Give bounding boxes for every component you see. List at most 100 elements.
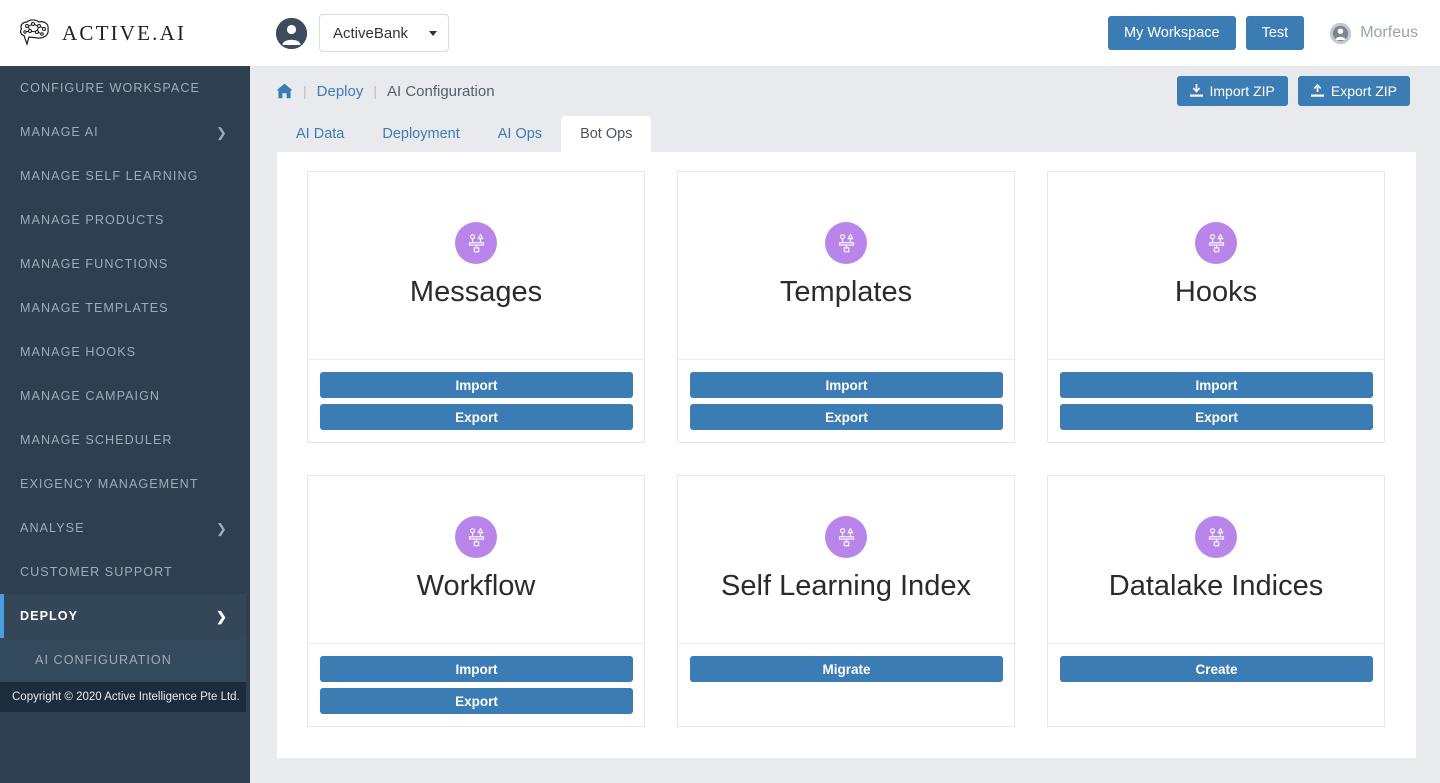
sidebar-item-label: MANAGE HOOKS bbox=[20, 345, 137, 359]
export-button[interactable]: Export bbox=[320, 688, 633, 714]
sidebar-item-analyse[interactable]: ANALYSE ❯ bbox=[0, 506, 246, 550]
sidebar-item-label: EXIGENCY MANAGEMENT bbox=[20, 477, 199, 491]
card-self-learning-index: Self Learning Index Migrate bbox=[677, 475, 1015, 727]
sidebar-nav: CONFIGURE WORKSPACE MANAGE AI ❯ MANAGE SELF… bbox=[0, 66, 246, 783]
import-button[interactable]: Import bbox=[320, 372, 633, 398]
download-icon bbox=[1189, 84, 1203, 97]
create-button[interactable]: Create bbox=[1060, 656, 1373, 682]
tab-ai-ops[interactable]: AI Ops bbox=[479, 116, 561, 152]
chevron-right-icon: ❯ bbox=[216, 124, 228, 140]
card-title: Hooks bbox=[1174, 276, 1258, 308]
export-button[interactable]: Export bbox=[320, 404, 633, 430]
card-body: Self Learning Index bbox=[678, 476, 1014, 644]
sidebar-item-label: MANAGE CAMPAIGN bbox=[20, 389, 161, 403]
export-zip-button[interactable]: Export ZIP bbox=[1297, 76, 1410, 106]
sidebar-item-manage-products[interactable]: MANAGE PRODUCTS bbox=[0, 198, 246, 242]
import-button[interactable]: Import bbox=[690, 372, 1003, 398]
sidebar-item-label: CONFIGURE WORKSPACE bbox=[20, 81, 200, 95]
import-button[interactable]: Import bbox=[1060, 372, 1373, 398]
card-body: Workflow bbox=[308, 476, 644, 644]
sidebar-item-manage-campaign[interactable]: MANAGE CAMPAIGN bbox=[0, 374, 246, 418]
breadcrumb-current: AI Configuration bbox=[386, 82, 495, 100]
card-messages: Messages Import Export bbox=[307, 171, 645, 443]
card-actions: Import Export bbox=[678, 360, 1014, 442]
sidebar-item-label: ANALYSE bbox=[20, 521, 85, 535]
sitemap-icon bbox=[825, 222, 867, 264]
sitemap-icon bbox=[455, 222, 497, 264]
caret-down-icon bbox=[429, 30, 437, 36]
card-actions: Create bbox=[1048, 644, 1384, 724]
card-body: Templates bbox=[678, 172, 1014, 360]
import-zip-button[interactable]: Import ZIP bbox=[1176, 76, 1288, 106]
sidebar-item-label: MANAGE FUNCTIONS bbox=[20, 257, 169, 271]
upload-icon bbox=[1310, 84, 1324, 97]
sidebar-subitem-ai-configuration[interactable]: AI CONFIGURATION bbox=[0, 638, 246, 682]
user-menu[interactable]: Morfeus bbox=[1330, 22, 1418, 44]
sidebar-item-label: MANAGE PRODUCTS bbox=[20, 213, 165, 227]
brand: ACTIVE.AI bbox=[0, 16, 250, 50]
card-body: Datalake Indices bbox=[1048, 476, 1384, 644]
tab-bot-ops[interactable]: Bot Ops bbox=[561, 116, 652, 152]
breadcrumb-separator-1: | bbox=[303, 83, 307, 99]
card-body: Messages bbox=[308, 172, 644, 360]
brain-circuit-icon bbox=[18, 16, 52, 50]
header-actions: My Workspace Test Morfeus bbox=[1098, 16, 1440, 50]
card-datalake-indices: Datalake Indices Create bbox=[1047, 475, 1385, 727]
sidebar-item-label: MANAGE TEMPLATES bbox=[20, 301, 169, 315]
sidebar-item-label: MANAGE AI bbox=[20, 125, 99, 139]
brand-name: ACTIVE.AI bbox=[62, 20, 187, 45]
breadcrumb-link-deploy[interactable]: Deploy bbox=[317, 83, 364, 100]
export-button[interactable]: Export bbox=[690, 404, 1003, 430]
sidebar-item-configure-workspace[interactable]: CONFIGURE WORKSPACE bbox=[0, 66, 246, 110]
tab-ai-data[interactable]: AI Data bbox=[277, 116, 363, 152]
my-workspace-button[interactable]: My Workspace bbox=[1107, 16, 1236, 50]
user-avatar-icon bbox=[276, 17, 307, 49]
card-workflow: Workflow Import Export bbox=[307, 475, 645, 727]
card-actions: Migrate bbox=[678, 644, 1014, 724]
copyright-notice: Copyright © 2020 Active Intelligence Pte… bbox=[0, 682, 246, 712]
sitemap-icon bbox=[455, 516, 497, 558]
sidebar-item-deploy[interactable]: DEPLOY ❯ bbox=[0, 594, 246, 638]
card-title: Templates bbox=[779, 276, 913, 308]
sidebar-item-manage-templates[interactable]: MANAGE TEMPLATES bbox=[0, 286, 246, 330]
card-grid: Messages Import Export Templates Import Expor… bbox=[307, 171, 1388, 727]
export-zip-label: Export ZIP bbox=[1330, 83, 1397, 99]
migrate-button[interactable]: Migrate bbox=[690, 656, 1003, 682]
sidebar-item-label: DEPLOY bbox=[20, 609, 79, 623]
card-title: Datalake Indices bbox=[1108, 570, 1324, 602]
test-button[interactable]: Test bbox=[1245, 16, 1305, 50]
sidebar-item-label: MANAGE SCHEDULER bbox=[20, 433, 173, 447]
breadcrumb-separator-2: | bbox=[373, 83, 377, 99]
sidebar-item-exigency-management[interactable]: EXIGENCY MANAGEMENT bbox=[0, 462, 246, 506]
workspace-value: ActiveBank bbox=[333, 24, 409, 42]
chevron-right-icon: ❯ bbox=[216, 520, 228, 536]
sidebar-item-manage-hooks[interactable]: MANAGE HOOKS bbox=[0, 330, 246, 374]
export-button[interactable]: Export bbox=[1060, 404, 1373, 430]
import-zip-label: Import ZIP bbox=[1209, 83, 1275, 99]
bot-ops-panel: Messages Import Export Templates Import Expor… bbox=[277, 152, 1416, 758]
sitemap-icon bbox=[825, 516, 867, 558]
sidebar-item-label: CUSTOMER SUPPORT bbox=[20, 565, 173, 579]
content-topbar: | Deploy | AI Configuration Import ZIP E… bbox=[250, 66, 1440, 116]
chevron-right-icon: ❯ bbox=[216, 608, 228, 624]
card-title: Messages bbox=[409, 276, 543, 308]
sitemap-icon bbox=[1195, 222, 1237, 264]
sidebar-item-label: MANAGE SELF LEARNING bbox=[20, 169, 199, 183]
tab-bar: AI Data Deployment AI Ops Bot Ops bbox=[250, 116, 1440, 152]
topbar-actions: Import ZIP Export ZIP bbox=[1176, 76, 1410, 106]
card-body: Hooks bbox=[1048, 172, 1384, 360]
tab-deployment[interactable]: Deployment bbox=[363, 116, 478, 152]
home-icon[interactable] bbox=[276, 83, 293, 99]
app-header: ACTIVE.AI ActiveBank My Workspace Test M… bbox=[0, 0, 1440, 66]
card-title: Workflow bbox=[416, 570, 536, 602]
main-content: | Deploy | AI Configuration Import ZIP E… bbox=[250, 66, 1440, 783]
sidebar-item-customer-support[interactable]: CUSTOMER SUPPORT bbox=[0, 550, 246, 594]
card-actions: Import Export bbox=[1048, 360, 1384, 442]
sidebar-item-manage-scheduler[interactable]: MANAGE SCHEDULER bbox=[0, 418, 246, 462]
sidebar-item-manage-functions[interactable]: MANAGE FUNCTIONS bbox=[0, 242, 246, 286]
sidebar-item-manage-ai[interactable]: MANAGE AI ❯ bbox=[0, 110, 246, 154]
workspace-selector[interactable]: ActiveBank bbox=[276, 14, 449, 52]
sidebar-item-manage-self-learning[interactable]: MANAGE SELF LEARNING bbox=[0, 154, 246, 198]
workspace-dropdown[interactable]: ActiveBank bbox=[319, 14, 449, 52]
import-button[interactable]: Import bbox=[320, 656, 633, 682]
